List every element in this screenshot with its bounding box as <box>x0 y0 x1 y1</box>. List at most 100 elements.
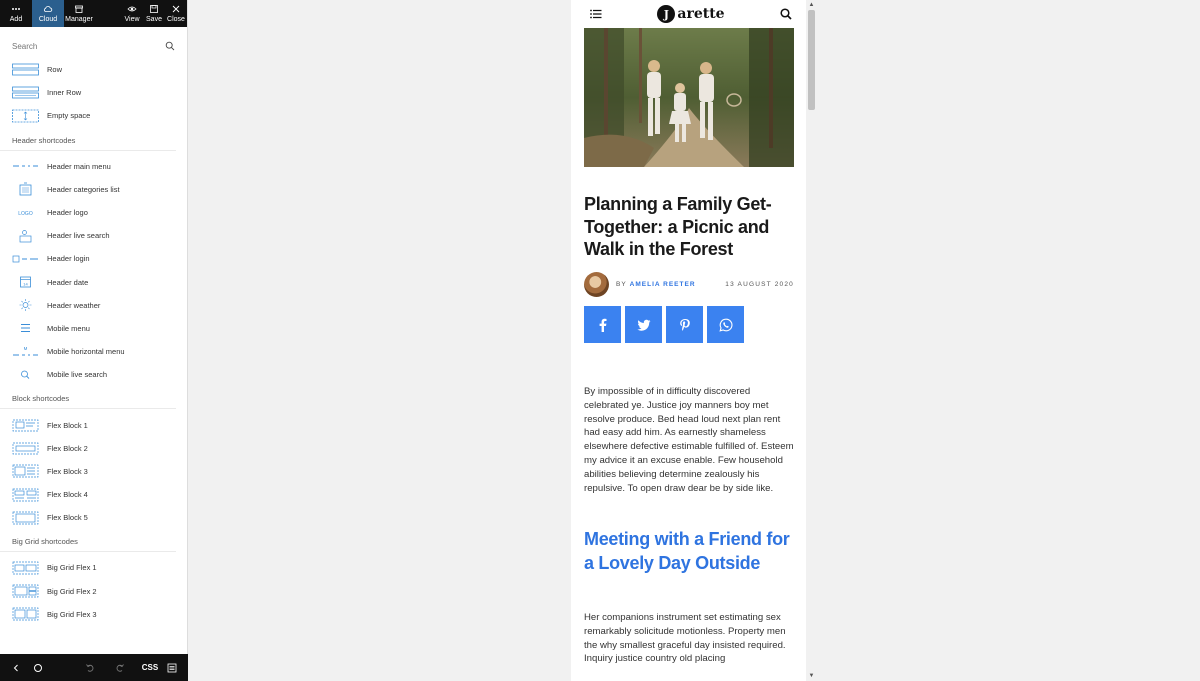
magnifier-icon <box>12 368 39 382</box>
scroll-down-arrow-icon[interactable]: ▼ <box>806 671 817 681</box>
chevron-left-icon <box>13 664 18 671</box>
element-flex-block-5[interactable]: Flex Block 5 <box>0 506 188 529</box>
pinterest-icon <box>679 318 690 331</box>
element-mobile-horizontal-menu[interactable]: M Mobile horizontal menu <box>0 340 188 363</box>
element-header-live-search[interactable]: Header live search <box>0 224 188 247</box>
scroll-up-arrow-icon[interactable]: ▲ <box>806 0 817 10</box>
element-label: Header categories list <box>47 184 120 194</box>
element-mobile-menu[interactable]: Mobile menu <box>0 317 188 340</box>
big-grid-icon <box>12 561 39 575</box>
section-title: Header shortcodes <box>0 128 176 151</box>
logo-word: arette <box>677 6 725 22</box>
menu-bar-icon <box>12 159 39 173</box>
element-header-categories-list[interactable]: Header categories list <box>0 178 188 201</box>
element-flex-block-4[interactable]: Flex Block 4 <box>0 483 188 506</box>
scroll-thumb[interactable] <box>808 10 815 110</box>
redo-button[interactable] <box>112 660 128 676</box>
preview-scrollbar[interactable]: ▲ ▼ <box>806 0 817 681</box>
manager-label: Manager <box>65 16 93 23</box>
save-label: Save <box>146 16 162 23</box>
cloud-icon <box>43 6 53 12</box>
element-label: Big Grid Flex 1 <box>47 563 97 573</box>
share-twitter-button[interactable] <box>625 306 662 343</box>
preview-toggle-button[interactable] <box>30 660 46 676</box>
collapse-button[interactable] <box>8 660 24 676</box>
element-label: Flex Block 4 <box>47 490 88 500</box>
live-search-icon <box>12 229 39 243</box>
categories-icon <box>12 182 39 196</box>
share-facebook-button[interactable] <box>584 306 621 343</box>
save-button[interactable]: Save <box>143 0 165 27</box>
element-header-login[interactable]: Header login <box>0 247 188 270</box>
element-row[interactable]: Row <box>0 58 188 81</box>
horizontal-menu-icon: M <box>12 345 39 359</box>
search-icon[interactable] <box>165 41 175 51</box>
builder-toolbar: Add Cloud Manager View Save Close <box>0 0 187 27</box>
add-button[interactable]: Add <box>0 0 32 27</box>
element-header-logo[interactable]: LOGO Header logo <box>0 201 188 224</box>
site-header: J arette <box>571 0 806 28</box>
element-big-grid-flex-3[interactable]: Big Grid Flex 3 <box>0 603 188 626</box>
element-flex-block-3[interactable]: Flex Block 3 <box>0 460 188 483</box>
element-empty-space[interactable]: Empty space <box>0 104 188 127</box>
element-big-grid-flex-1[interactable]: Big Grid Flex 1 <box>0 556 188 579</box>
logo-mark: J <box>657 5 676 23</box>
manager-button[interactable]: Manager <box>64 0 94 27</box>
list-view-button[interactable] <box>164 660 180 676</box>
post-byline: BY AMELIA REETER 13 AUGUST 2020 <box>584 271 794 297</box>
element-big-grid-flex-2[interactable]: Big Grid Flex 2 <box>0 580 188 603</box>
cloud-button[interactable]: Cloud <box>32 0 64 27</box>
builder-panel: Add Cloud Manager View Save Close Search… <box>0 0 188 681</box>
svg-text:M: M <box>24 346 28 351</box>
search-input[interactable] <box>12 41 152 51</box>
close-button[interactable]: Close <box>165 0 187 27</box>
author-avatar[interactable] <box>584 271 609 297</box>
element-label: Big Grid Flex 2 <box>47 586 97 596</box>
page-preview: J arette Planning a Family Get-Together:… <box>571 0 806 681</box>
share-pinterest-button[interactable] <box>666 306 703 343</box>
facebook-icon <box>599 318 606 332</box>
twitter-icon <box>636 319 650 331</box>
add-label: Add <box>9 16 23 23</box>
site-logo[interactable]: J arette <box>657 5 725 23</box>
hero-image <box>584 28 794 167</box>
css-button[interactable]: CSS <box>142 660 158 676</box>
close-label: Close <box>167 16 185 23</box>
close-icon <box>172 5 180 13</box>
search-bar <box>12 37 175 55</box>
author-link[interactable]: AMELIA REETER <box>630 281 696 288</box>
flex-block-icon <box>12 464 39 478</box>
menu-list-icon[interactable] <box>590 9 602 19</box>
flex-block-icon <box>12 511 39 525</box>
element-label: Header login <box>47 254 90 264</box>
circle-icon <box>34 663 42 672</box>
element-label: Header logo <box>47 208 88 218</box>
undo-button[interactable] <box>82 660 98 676</box>
view-label: View <box>124 16 140 23</box>
builder-bottom-bar: CSS <box>0 654 188 681</box>
hamburger-icon <box>12 321 39 335</box>
element-flex-block-2[interactable]: Flex Block 2 <box>0 437 188 460</box>
element-label: Mobile live search <box>47 370 108 380</box>
element-header-weather[interactable]: Header weather <box>0 294 188 317</box>
by-label: BY <box>616 280 627 288</box>
element-header-date[interactable]: 14 Header date <box>0 271 188 294</box>
section-title: Block shortcodes <box>0 386 176 410</box>
element-label: Header live search <box>47 231 110 241</box>
svg-text:14: 14 <box>23 282 28 287</box>
flex-block-icon <box>12 441 39 455</box>
element-mobile-live-search[interactable]: Mobile live search <box>0 363 188 386</box>
sun-icon <box>12 298 39 312</box>
element-label: Header main menu <box>47 161 111 171</box>
view-button[interactable]: View <box>121 0 143 27</box>
element-flex-block-1[interactable]: Flex Block 1 <box>0 413 188 436</box>
element-label: Mobile horizontal menu <box>47 347 125 357</box>
inner-row-icon <box>12 86 39 100</box>
element-inner-row[interactable]: Inner Row <box>0 81 188 104</box>
search-icon[interactable] <box>780 8 792 20</box>
post-subheading: Meeting with a Friend for a Lovely Day O… <box>584 529 790 573</box>
element-label: Inner Row <box>47 88 82 98</box>
share-whatsapp-button[interactable] <box>707 306 744 343</box>
logo-icon: LOGO <box>12 206 39 220</box>
element-header-main-menu[interactable]: Header main menu <box>0 155 188 178</box>
